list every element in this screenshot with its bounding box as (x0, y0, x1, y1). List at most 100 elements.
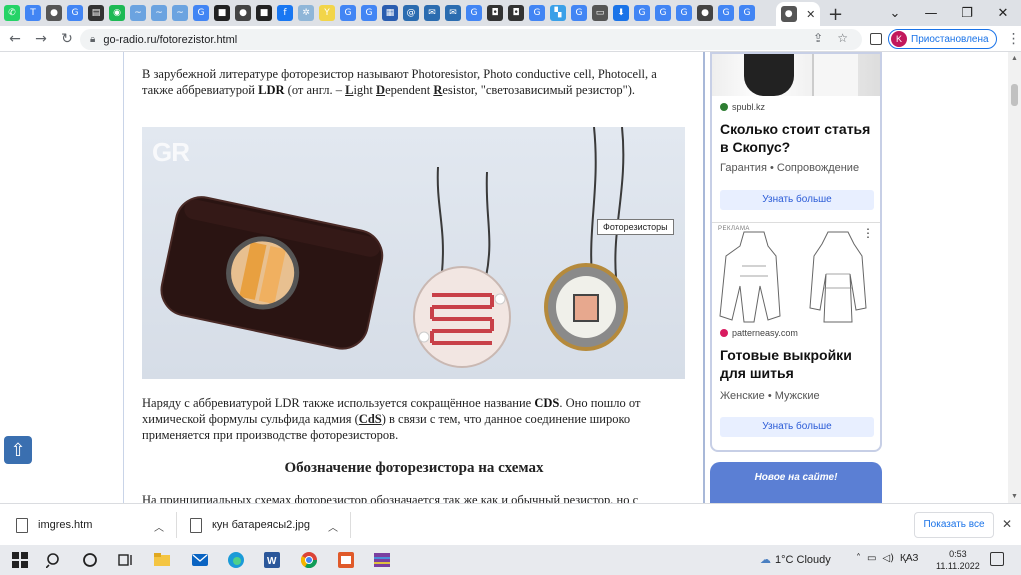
bookmark-star-icon[interactable]: ☆ (837, 31, 848, 45)
minimize-button[interactable]: — (913, 6, 949, 21)
ad-title[interactable]: Готовые выкройки для шитья (720, 346, 880, 382)
tab-icon[interactable]: ▭ (592, 5, 608, 21)
printer-tab-icon[interactable]: ▤ (88, 5, 104, 21)
scroll-up-icon[interactable]: ▲ (1011, 55, 1018, 62)
learn-more-button[interactable]: Узнать больше (720, 417, 874, 437)
tab-icon[interactable]: ◘ (487, 5, 503, 21)
dress-sketch-image[interactable] (716, 226, 792, 324)
tab-icon[interactable]: ● (697, 5, 713, 21)
page-scrollbar[interactable]: ▲ ▼ (1008, 52, 1021, 503)
whatsapp-tab-icon[interactable]: ✆ (4, 5, 20, 21)
mail-tab-icon[interactable]: ✉ (445, 5, 461, 21)
speaker-icon[interactable]: ◁) (882, 553, 894, 564)
download-filename[interactable]: кун батареясы2.jpg (212, 519, 310, 531)
tab-icon[interactable]: ▦ (382, 5, 398, 21)
download-tab-icon[interactable]: ⬇ (613, 5, 629, 21)
facebook-tab-icon[interactable]: f (277, 5, 293, 21)
translate-tab-icon[interactable]: T (25, 5, 41, 21)
profile-button[interactable]: K Приостановлена (888, 29, 997, 49)
tab-icon[interactable]: ■ (256, 5, 272, 21)
cortana-icon[interactable] (82, 552, 98, 568)
paragraph-ldr: В зарубежной литературе фоторезистор наз… (142, 66, 686, 98)
lock-icon[interactable]: 🔒︎ (90, 34, 95, 45)
language-indicator[interactable]: ҚАЗ (900, 553, 918, 564)
photoresistors-illustration (160, 127, 628, 368)
tab-icon[interactable]: ~ (151, 5, 167, 21)
dress-sketch-image[interactable] (800, 226, 876, 324)
chevron-up-icon[interactable]: ︿ (154, 519, 164, 534)
address-bar[interactable]: 🔒︎ go-radio.ru/fotorezistor.html ⇪ ☆ (80, 29, 862, 50)
reload-button[interactable]: ↻ (56, 31, 78, 47)
scroll-to-top-button[interactable]: ⇧ (4, 436, 32, 464)
show-all-downloads-button[interactable]: Показать все (914, 512, 994, 538)
windows-start-icon[interactable] (12, 552, 28, 568)
menu-icon[interactable]: ⋮ (1007, 31, 1021, 47)
google-tab-icon[interactable]: G (571, 5, 587, 21)
google-tab-icon[interactable]: G (718, 5, 734, 21)
close-icon[interactable]: ✕ (1002, 517, 1012, 531)
google-tab-icon[interactable]: G (67, 5, 83, 21)
google-tab-icon[interactable]: G (739, 5, 755, 21)
side-panel-icon[interactable] (870, 33, 882, 45)
downloads-bar: imgres.htm ︿ кун батареясы2.jpg ︿ Показа… (0, 503, 1021, 545)
chevron-up-icon[interactable]: ˄ (856, 553, 861, 564)
tab-icon[interactable]: ~ (130, 5, 146, 21)
google-tab-icon[interactable]: G (655, 5, 671, 21)
share-icon[interactable]: ⇪ (813, 31, 823, 45)
tab-icon[interactable]: ▚ (550, 5, 566, 21)
google-tab-icon[interactable]: G (466, 5, 482, 21)
ad-photo[interactable] (712, 54, 880, 96)
ad-source[interactable]: spubl.kz (720, 102, 765, 112)
google-tab-icon[interactable]: G (529, 5, 545, 21)
maximize-button[interactable]: ❐ (949, 6, 985, 21)
tab-icon[interactable]: @ (403, 5, 419, 21)
cds-link[interactable]: CdS (359, 412, 382, 426)
tab-icon[interactable]: ● (46, 5, 62, 21)
task-view-icon[interactable] (118, 552, 134, 568)
close-icon[interactable]: ✕ (806, 8, 815, 21)
back-button[interactable]: ← (4, 31, 26, 47)
tab-icon[interactable]: ● (235, 5, 251, 21)
ad-title[interactable]: Сколько стоит статья в Скопус? (720, 120, 880, 156)
google-tab-icon[interactable]: G (361, 5, 377, 21)
ad-subtitle: Женские • Мужские (720, 390, 820, 402)
tab-search-button[interactable]: ⌄ (877, 6, 913, 21)
app-icon[interactable] (338, 552, 354, 568)
url-text[interactable]: go-radio.ru/fotorezistor.html (103, 34, 237, 46)
notifications-icon[interactable] (990, 552, 1004, 566)
search-icon[interactable] (46, 552, 62, 568)
battery-icon[interactable]: ▭ (867, 553, 876, 564)
active-tab[interactable]: ● ✕ (776, 2, 820, 26)
scroll-down-icon[interactable]: ▼ (1011, 493, 1018, 500)
download-filename[interactable]: imgres.htm (38, 519, 92, 531)
weather-widget[interactable]: ☁ 1°C Cloudy (760, 553, 831, 566)
mail-tab-icon[interactable]: ✉ (424, 5, 440, 21)
tab-icon[interactable]: ◘ (508, 5, 524, 21)
ad-source[interactable]: patterneasy.com (720, 328, 798, 338)
google-tab-icon[interactable]: G (193, 5, 209, 21)
tab-icon[interactable]: ~ (172, 5, 188, 21)
tab-icon[interactable]: ✲ (298, 5, 314, 21)
mail-icon[interactable] (192, 552, 208, 568)
learn-more-button[interactable]: Узнать больше (720, 190, 874, 210)
tab-icon[interactable]: ◉ (109, 5, 125, 21)
file-explorer-icon[interactable] (154, 552, 170, 568)
download-item[interactable]: imgres.htm (16, 512, 92, 538)
word-icon[interactable]: W (264, 552, 280, 568)
clock[interactable]: 0:53 11.11.2022 (936, 548, 980, 572)
chevron-up-icon[interactable]: ︿ (328, 519, 338, 534)
tab-icon[interactable]: Y (319, 5, 335, 21)
download-item[interactable]: кун батареясы2.jpg (190, 512, 310, 538)
forward-button[interactable]: → (30, 31, 52, 47)
tab-icon[interactable]: ■ (214, 5, 230, 21)
profile-status: Приостановлена (911, 33, 989, 45)
chrome-icon[interactable] (301, 552, 317, 568)
scrollbar-thumb[interactable] (1011, 84, 1018, 106)
new-tab-button[interactable]: + (828, 4, 843, 25)
google-tab-icon[interactable]: G (634, 5, 650, 21)
edge-icon[interactable] (228, 552, 244, 568)
close-window-button[interactable]: ✕ (985, 6, 1021, 21)
winrar-icon[interactable] (374, 552, 390, 568)
google-tab-icon[interactable]: G (676, 5, 692, 21)
google-tab-icon[interactable]: G (340, 5, 356, 21)
